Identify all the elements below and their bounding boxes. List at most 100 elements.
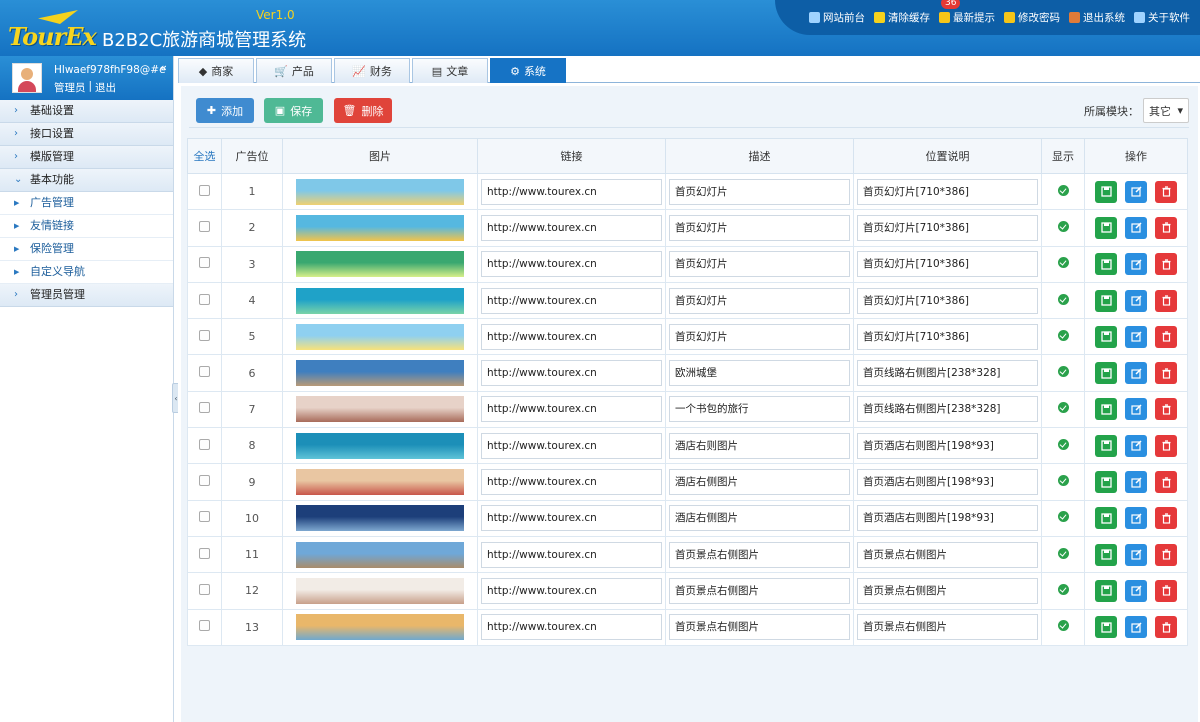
check-circle-icon[interactable] — [1057, 257, 1069, 269]
row-save-button[interactable] — [1095, 616, 1117, 639]
collapse-sidebar-icon[interactable]: « — [160, 61, 167, 74]
location-input[interactable]: 首页景点右侧图片 — [857, 541, 1038, 568]
sidebar-item-5[interactable]: ▶ 广告管理 — [0, 192, 173, 215]
row-checkbox[interactable] — [199, 475, 210, 487]
location-input[interactable]: 首页幻灯片[710*386] — [857, 287, 1038, 314]
description-input[interactable]: 酒店右则图片 — [669, 432, 850, 459]
row-delete-button[interactable] — [1155, 579, 1177, 602]
row-checkbox[interactable] — [199, 547, 210, 559]
description-input[interactable]: 首页幻灯片 — [669, 323, 850, 350]
row-edit-button[interactable] — [1125, 216, 1147, 239]
select-all-header[interactable]: 全选 — [187, 138, 222, 174]
check-circle-icon[interactable] — [1057, 475, 1069, 487]
check-circle-icon[interactable] — [1057, 402, 1069, 414]
location-input[interactable]: 首页酒店右则图片[198*93] — [857, 469, 1038, 496]
tab-2[interactable]: 🛒 产品 — [256, 58, 332, 83]
description-input[interactable]: 首页幻灯片 — [669, 178, 850, 205]
row-delete-button[interactable] — [1155, 434, 1177, 457]
sidebar-group-9[interactable]: › 管理员管理 — [0, 284, 173, 307]
row-edit-button[interactable] — [1125, 289, 1147, 312]
link-input[interactable]: http://www.tourex.cn — [481, 178, 662, 205]
row-delete-button[interactable] — [1155, 471, 1177, 494]
row-checkbox[interactable] — [199, 620, 210, 632]
description-input[interactable]: 首页幻灯片 — [669, 287, 850, 314]
delete-button[interactable]: 🗑 删除 — [334, 98, 392, 123]
link-input[interactable]: http://www.tourex.cn — [481, 323, 662, 350]
location-input[interactable]: 首页景点右侧图片 — [857, 577, 1038, 604]
location-input[interactable]: 首页线路右侧图片[238*328] — [857, 396, 1038, 423]
row-edit-button[interactable] — [1125, 362, 1147, 385]
check-circle-icon[interactable] — [1057, 293, 1069, 305]
module-select[interactable]: 其它 ▾ — [1143, 98, 1189, 123]
row-delete-button[interactable] — [1155, 216, 1177, 239]
row-edit-button[interactable] — [1125, 471, 1147, 494]
row-edit-button[interactable] — [1125, 434, 1147, 457]
location-input[interactable]: 首页线路右侧图片[238*328] — [857, 360, 1038, 387]
row-checkbox[interactable] — [199, 220, 210, 232]
row-edit-button[interactable] — [1125, 579, 1147, 602]
top-link-1[interactable]: 网站前台 — [809, 10, 865, 25]
row-save-button[interactable] — [1095, 362, 1117, 385]
row-save-button[interactable] — [1095, 434, 1117, 457]
description-input[interactable]: 首页景点右侧图片 — [669, 614, 850, 641]
row-checkbox[interactable] — [199, 438, 210, 450]
tab-1[interactable]: ◆ 商家 — [178, 58, 254, 83]
sidebar-group-4[interactable]: ⌄ 基本功能 — [0, 169, 173, 192]
row-save-button[interactable] — [1095, 507, 1117, 530]
location-input[interactable]: 首页酒店右则图片[198*93] — [857, 505, 1038, 532]
row-delete-button[interactable] — [1155, 507, 1177, 530]
row-delete-button[interactable] — [1155, 253, 1177, 276]
sidebar-item-6[interactable]: ▶ 友情链接 — [0, 215, 173, 238]
check-circle-icon[interactable] — [1057, 366, 1069, 378]
top-link-3[interactable]: 36 最新提示 — [939, 0, 995, 25]
link-input[interactable]: http://www.tourex.cn — [481, 577, 662, 604]
sidebar-group-1[interactable]: › 基础设置 — [0, 100, 173, 123]
location-input[interactable]: 首页幻灯片[710*386] — [857, 323, 1038, 350]
link-input[interactable]: http://www.tourex.cn — [481, 469, 662, 496]
row-save-button[interactable] — [1095, 325, 1117, 348]
check-circle-icon[interactable] — [1057, 438, 1069, 450]
description-input[interactable]: 首页景点右侧图片 — [669, 577, 850, 604]
description-input[interactable]: 首页景点右侧图片 — [669, 541, 850, 568]
row-checkbox[interactable] — [199, 402, 210, 414]
top-link-5[interactable]: 退出系统 — [1069, 10, 1125, 25]
row-save-button[interactable] — [1095, 253, 1117, 276]
description-input[interactable]: 一个书包的旅行 — [669, 396, 850, 423]
check-circle-icon[interactable] — [1057, 583, 1069, 595]
top-link-4[interactable]: 修改密码 — [1004, 10, 1060, 25]
check-circle-icon[interactable] — [1057, 511, 1069, 523]
row-checkbox[interactable] — [199, 583, 210, 595]
row-checkbox[interactable] — [199, 329, 210, 341]
link-input[interactable]: http://www.tourex.cn — [481, 541, 662, 568]
row-checkbox[interactable] — [199, 366, 210, 378]
row-edit-button[interactable] — [1125, 325, 1147, 348]
link-input[interactable]: http://www.tourex.cn — [481, 214, 662, 241]
link-input[interactable]: http://www.tourex.cn — [481, 396, 662, 423]
row-save-button[interactable] — [1095, 543, 1117, 566]
row-checkbox[interactable] — [199, 184, 210, 196]
row-delete-button[interactable] — [1155, 398, 1177, 421]
row-delete-button[interactable] — [1155, 325, 1177, 348]
description-input[interactable]: 首页幻灯片 — [669, 251, 850, 278]
link-input[interactable]: http://www.tourex.cn — [481, 614, 662, 641]
location-input[interactable]: 首页幻灯片[710*386] — [857, 251, 1038, 278]
row-delete-button[interactable] — [1155, 362, 1177, 385]
tab-5[interactable]: ⚙ 系统 — [490, 58, 566, 83]
row-edit-button[interactable] — [1125, 543, 1147, 566]
check-circle-icon[interactable] — [1057, 547, 1069, 559]
row-checkbox[interactable] — [199, 257, 210, 269]
link-input[interactable]: http://www.tourex.cn — [481, 360, 662, 387]
row-save-button[interactable] — [1095, 398, 1117, 421]
top-link-6[interactable]: 关于软件 — [1134, 10, 1190, 25]
sidebar-group-3[interactable]: › 模版管理 — [0, 146, 173, 169]
check-circle-icon[interactable] — [1057, 184, 1069, 196]
row-edit-button[interactable] — [1125, 253, 1147, 276]
location-input[interactable]: 首页酒店右则图片[198*93] — [857, 432, 1038, 459]
top-link-2[interactable]: 清除缓存 — [874, 10, 930, 25]
save-button[interactable]: ▣ 保存 — [264, 98, 323, 123]
location-input[interactable]: 首页景点右侧图片 — [857, 614, 1038, 641]
row-save-button[interactable] — [1095, 579, 1117, 602]
description-input[interactable]: 酒店右侧图片 — [669, 469, 850, 496]
row-save-button[interactable] — [1095, 289, 1117, 312]
row-edit-button[interactable] — [1125, 507, 1147, 530]
